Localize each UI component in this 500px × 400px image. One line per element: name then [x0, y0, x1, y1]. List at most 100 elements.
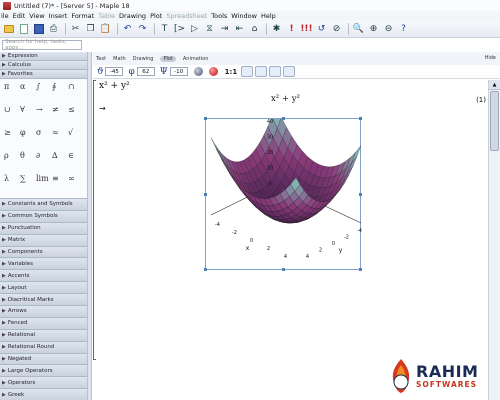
scroll-thumb[interactable] [490, 91, 499, 151]
palette-accents[interactable]: ▶ Accents [0, 270, 87, 283]
undo-icon[interactable]: ↶ [121, 23, 134, 36]
favorite-symbol[interactable]: θ [20, 151, 25, 160]
menu-insert[interactable]: Insert [49, 12, 68, 20]
math-mode-icon[interactable]: [> [173, 23, 186, 36]
redo-icon[interactable]: ↷ [136, 23, 149, 36]
debug-icon[interactable]: ✱ [270, 23, 283, 36]
palette-expression[interactable]: ▶ Expression [0, 52, 87, 61]
menu-help[interactable]: Help [261, 12, 276, 20]
favorite-symbol[interactable]: ≥ [4, 128, 11, 137]
plot-region[interactable]: 50403020100-4-2024-4-2024xy [204, 104, 362, 271]
pan-icon[interactable] [255, 66, 268, 77]
execution-group-icon[interactable]: ▷ [188, 23, 201, 36]
resize-handle[interactable] [359, 193, 362, 196]
menu-table[interactable]: Table [98, 12, 115, 20]
section-icon[interactable]: ⧖ [203, 23, 216, 36]
lighting-icon[interactable] [208, 67, 218, 76]
palette-fenced[interactable]: ▶ Fenced [0, 317, 87, 330]
favorite-symbol[interactable]: ≡ [52, 174, 59, 183]
tab-plot[interactable]: Plot [160, 55, 176, 62]
palette-relational[interactable]: ▶ Relational [0, 329, 87, 342]
favorite-symbol[interactable]: ∈ [68, 151, 74, 160]
menu-window[interactable]: Window [231, 12, 257, 20]
favorite-symbol[interactable]: ∮ [52, 82, 56, 91]
remove-section-icon[interactable]: ⇤ [233, 23, 246, 36]
favorite-symbol[interactable]: ∂ [36, 151, 40, 160]
favorite-symbol[interactable]: ∞ [68, 174, 75, 183]
tab-text[interactable]: Text [96, 56, 106, 62]
favorite-symbol[interactable]: √ [68, 128, 73, 137]
menu-view[interactable]: View [29, 12, 44, 20]
favorite-symbol[interactable]: lim [36, 174, 49, 183]
ratio-button[interactable]: 1:1 [225, 68, 238, 76]
restart-icon[interactable]: ↺ [315, 23, 328, 36]
phi-field[interactable]: 62 [136, 67, 155, 76]
favorite-symbol[interactable]: σ [36, 128, 41, 137]
palette-diacritical-marks[interactable]: ▶ Diacritical Marks [0, 294, 87, 307]
palette-large-operators[interactable]: ▶ Large Operators [0, 365, 87, 378]
zoom-in-icon[interactable]: ⊕ [367, 23, 380, 36]
resize-handle[interactable] [282, 268, 285, 271]
palette-calculus[interactable]: ▶ Calculus [0, 61, 87, 70]
color-scheme-icon[interactable] [193, 67, 203, 76]
favorite-symbol[interactable]: → [36, 105, 43, 114]
zoom-out-icon[interactable]: ⊖ [382, 23, 395, 36]
animation-icon[interactable] [283, 66, 296, 77]
palette-common-symbols[interactable]: ▶ Common Symbols [0, 210, 87, 223]
scale-icon[interactable] [269, 66, 282, 77]
zoom-icon[interactable]: 🔍 [352, 23, 365, 36]
execute-all-icon[interactable]: !!! [300, 23, 313, 36]
favorite-symbol[interactable]: ≈ [52, 128, 59, 137]
palette-punctuation[interactable]: ▶ Punctuation [0, 222, 87, 235]
hyperlink-icon[interactable]: ⌂ [248, 23, 261, 36]
resize-handle[interactable] [359, 117, 362, 120]
palette-favorites[interactable]: ▶ Favorites [0, 70, 87, 79]
menu-plot[interactable]: Plot [150, 12, 162, 20]
menu-spreadsheet[interactable]: Spreadsheet [166, 12, 207, 20]
surface-plot[interactable]: 50403020100-4-2024-4-2024xy [206, 104, 362, 271]
palette-layout[interactable]: ▶ Layout [0, 282, 87, 295]
menu-edit[interactable]: Edit [13, 12, 26, 20]
favorite-symbol[interactable]: ∆ [52, 151, 58, 160]
menu-ile[interactable]: ile [1, 12, 9, 20]
palette-arrows[interactable]: ▶ Arrows [0, 306, 87, 318]
insert-section-icon[interactable]: ⇥ [218, 23, 231, 36]
favorite-symbol[interactable]: ∩ [68, 82, 75, 91]
psi-field[interactable]: -10 [169, 67, 188, 76]
palette-greek[interactable]: ▶ Greek [0, 389, 87, 400]
resize-handle[interactable] [204, 117, 207, 120]
tab-drawing[interactable]: Drawing [133, 56, 154, 62]
menu-tools[interactable]: Tools [211, 12, 227, 20]
copy-icon[interactable]: ❐ [84, 23, 97, 36]
palette-relational-round[interactable]: ▶ Relational Round [0, 341, 87, 354]
menu-format[interactable]: Format [71, 12, 94, 20]
resize-handle[interactable] [359, 268, 362, 271]
text-mode-icon[interactable]: T [158, 23, 171, 36]
cut-icon[interactable]: ✂ [69, 23, 82, 36]
favorite-symbol[interactable]: ρ [4, 151, 9, 160]
tab-math[interactable]: Math [113, 56, 126, 62]
favorite-symbol[interactable]: ∀ [20, 105, 25, 114]
stop-icon[interactable]: ⊘ [330, 23, 343, 36]
favorite-symbol[interactable]: ≠ [52, 105, 59, 114]
tab-animation[interactable]: Animation [183, 56, 209, 62]
open-folder-icon[interactable] [2, 23, 15, 36]
scroll-up-icon[interactable]: ▲ [489, 80, 500, 90]
new-document-icon[interactable] [17, 23, 30, 36]
favorite-symbol[interactable]: ∑ [20, 174, 26, 183]
palette-components[interactable]: ▶ Components [0, 246, 87, 259]
rotate-icon[interactable] [241, 66, 254, 77]
search-input[interactable]: Search for help, tasks, apps... [2, 39, 82, 51]
palette-matrix[interactable]: ▶ Matrix [0, 234, 87, 247]
resize-handle[interactable] [204, 193, 207, 196]
input-expression[interactable]: x² + y² [99, 81, 130, 91]
menu-drawing[interactable]: Drawing [119, 12, 146, 20]
resize-handle[interactable] [204, 268, 207, 271]
resize-handle[interactable] [282, 117, 285, 120]
save-icon[interactable] [32, 23, 45, 36]
help-icon[interactable]: ? [397, 23, 410, 36]
palette-variables[interactable]: ▶ Variables [0, 258, 87, 271]
theta-field[interactable]: -45 [105, 67, 124, 76]
favorite-symbol[interactable]: φ [20, 128, 26, 137]
palette-negated[interactable]: ▶ Negated [0, 353, 87, 366]
